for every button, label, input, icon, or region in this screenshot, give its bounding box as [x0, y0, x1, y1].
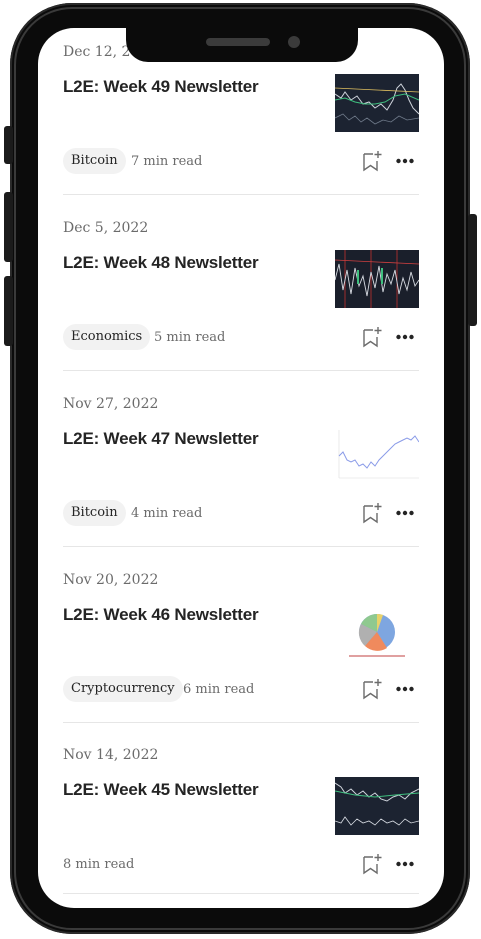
more-options-icon[interactable] [395, 154, 415, 168]
bookmark-add-icon[interactable] [361, 502, 383, 524]
article-thumbnail[interactable] [335, 426, 419, 484]
divider [63, 893, 419, 894]
topic-tag[interactable]: Bitcoin [63, 148, 126, 174]
article-title[interactable]: L2E: Week 46 Newsletter [63, 605, 259, 625]
topic-tag[interactable]: Bitcoin [63, 500, 126, 526]
article-card[interactable]: Nov 14, 2022 L2E: Week 45 Newsletter 8 m… [63, 747, 419, 908]
divider [63, 722, 419, 723]
bookmark-add-icon[interactable] [361, 326, 383, 348]
speaker-grille [206, 38, 270, 46]
power-button [468, 214, 477, 326]
volume-down-button [4, 276, 13, 346]
article-thumbnail[interactable] [335, 777, 419, 835]
article-date: Dec 5, 2022 [63, 220, 149, 236]
bookmark-add-icon[interactable] [361, 678, 383, 700]
divider [63, 546, 419, 547]
article-title[interactable]: L2E: Week 48 Newsletter [63, 253, 259, 273]
article-card[interactable]: Nov 27, 2022 L2E: Week 47 Newsletter Bit… [63, 396, 419, 572]
read-time: 6 min read [183, 682, 255, 697]
phone-screen: Dec 12, 2022 L2E: Week 49 Newsletter Bit… [38, 28, 444, 908]
more-options-icon[interactable] [395, 330, 415, 344]
article-date: Nov 27, 2022 [63, 396, 159, 412]
topic-tag[interactable]: Cryptocurrency [63, 676, 183, 702]
divider [63, 370, 419, 371]
mute-switch [4, 126, 13, 164]
article-feed: Dec 12, 2022 L2E: Week 49 Newsletter Bit… [38, 28, 444, 908]
read-time: 5 min read [154, 330, 226, 345]
article-thumbnail[interactable] [335, 250, 419, 308]
more-options-icon[interactable] [395, 857, 415, 871]
read-time: 4 min read [131, 506, 203, 521]
article-date: Nov 14, 2022 [63, 747, 159, 763]
volume-up-button [4, 192, 13, 262]
article-thumbnail[interactable] [335, 602, 419, 660]
article-card[interactable]: Dec 5, 2022 L2E: Week 48 Newsletter Econ… [63, 220, 419, 396]
article-card[interactable]: Dec 12, 2022 L2E: Week 49 Newsletter Bit… [63, 44, 419, 220]
bookmark-add-icon[interactable] [361, 853, 383, 875]
more-options-icon[interactable] [395, 682, 415, 696]
phone-notch [126, 28, 358, 62]
bookmark-add-icon[interactable] [361, 150, 383, 172]
article-title[interactable]: L2E: Week 49 Newsletter [63, 77, 259, 97]
read-time: 8 min read [63, 857, 135, 872]
article-title[interactable]: L2E: Week 45 Newsletter [63, 780, 259, 800]
front-camera [288, 36, 300, 48]
read-time: 7 min read [131, 154, 203, 169]
topic-tag[interactable]: Economics [63, 324, 151, 350]
article-thumbnail[interactable] [335, 74, 419, 132]
more-options-icon[interactable] [395, 506, 415, 520]
article-card[interactable]: Nov 20, 2022 L2E: Week 46 Newsletter Cry… [63, 572, 419, 748]
article-date: Nov 20, 2022 [63, 572, 159, 588]
divider [63, 194, 419, 195]
article-title[interactable]: L2E: Week 47 Newsletter [63, 429, 259, 449]
